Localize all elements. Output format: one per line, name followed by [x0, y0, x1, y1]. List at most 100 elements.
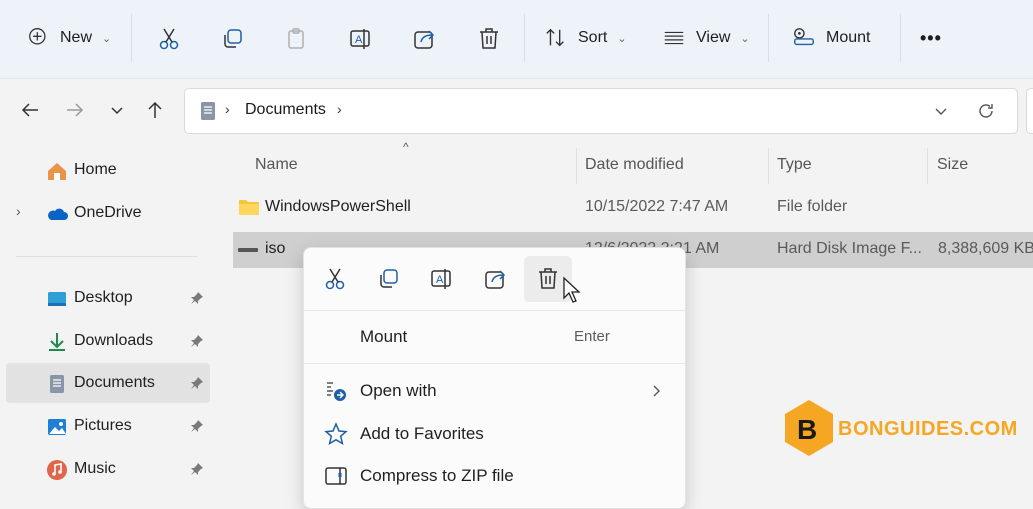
pictures-icon — [48, 419, 66, 435]
mouse-cursor-icon — [563, 276, 581, 303]
share-icon[interactable] — [483, 266, 509, 292]
sidebar-item-onedrive[interactable]: › OneDrive — [6, 193, 210, 233]
sidebar-item-label: Documents — [74, 374, 155, 391]
column-separator[interactable] — [576, 148, 577, 184]
search-box[interactable] — [1026, 88, 1033, 134]
add-circle-icon — [29, 28, 46, 45]
sidebar-item-desktop[interactable]: Desktop — [6, 278, 210, 318]
chevron-down-icon: ⌄ — [102, 32, 112, 45]
mount-label: Mount — [826, 29, 871, 46]
file-type: Hard Disk Image F... — [777, 240, 922, 257]
copy-icon[interactable] — [220, 26, 246, 52]
zip-icon — [325, 467, 347, 485]
documents-icon — [50, 375, 64, 393]
column-header-size[interactable]: Size — [937, 156, 968, 174]
menu-item-label: Add to Favorites — [360, 424, 484, 443]
breadcrumb-chevron-icon[interactable]: › — [337, 101, 342, 117]
logo-letter: B — [797, 414, 817, 445]
copy-icon[interactable] — [376, 266, 402, 292]
mount-disc-icon — [794, 28, 814, 46]
toolbar-separator — [524, 14, 525, 62]
sidebar-item-label: Desktop — [74, 289, 133, 306]
sidebar-item-music[interactable]: Music — [6, 449, 210, 489]
delete-icon[interactable] — [476, 26, 502, 52]
column-header-type[interactable]: Type — [777, 156, 812, 174]
cut-icon[interactable] — [322, 266, 348, 292]
menu-item-mount[interactable]: Mount Enter — [304, 317, 685, 357]
menu-separator — [304, 363, 685, 364]
column-separator[interactable] — [768, 148, 769, 184]
toolbar-separator — [768, 14, 769, 62]
new-label: New — [60, 29, 93, 46]
recent-locations-chevron-icon[interactable] — [104, 97, 130, 123]
menu-item-label: Open with — [360, 381, 437, 400]
pin-icon[interactable] — [190, 376, 204, 390]
file-type: File folder — [777, 198, 848, 215]
menu-item-label: Mount — [360, 327, 408, 346]
file-size: 8,388,609 KB — [938, 240, 1033, 257]
sidebar-item-label: Music — [74, 460, 116, 477]
menu-item-compress-zip[interactable]: Compress to ZIP file — [304, 456, 685, 496]
star-icon — [324, 422, 348, 446]
rename-icon[interactable]: A — [429, 266, 455, 292]
column-header-name[interactable]: Name — [255, 156, 298, 174]
new-button[interactable]: New ⌄ — [28, 20, 111, 56]
menu-item-label: Compress to ZIP file — [360, 466, 514, 485]
svg-text:A: A — [436, 274, 444, 286]
refresh-icon[interactable] — [975, 100, 997, 122]
view-list-icon — [664, 31, 684, 45]
cut-icon[interactable] — [156, 26, 182, 52]
more-options-button[interactable]: ••• — [920, 20, 942, 56]
toolbar-separator — [900, 14, 901, 62]
forward-arrow-icon[interactable] — [62, 97, 88, 123]
sidebar-item-pictures[interactable]: Pictures — [6, 406, 210, 446]
sort-ascending-chevron-icon: ^ — [403, 140, 409, 154]
file-name: iso — [265, 240, 286, 257]
breadcrumb-documents[interactable]: Documents — [245, 101, 326, 119]
sidebar-item-downloads[interactable]: Downloads — [6, 321, 210, 361]
expand-chevron-icon[interactable]: › — [16, 203, 21, 219]
pin-icon[interactable] — [190, 462, 204, 476]
music-icon — [47, 460, 67, 480]
file-row[interactable]: WindowsPowerShell 10/15/2022 7:47 AM Fil… — [233, 190, 1033, 226]
sidebar-item-documents[interactable]: Documents — [6, 363, 210, 403]
downloads-icon — [49, 333, 65, 351]
delete-icon[interactable] — [535, 266, 561, 292]
up-arrow-icon[interactable] — [142, 97, 168, 123]
desktop-icon — [48, 292, 66, 306]
breadcrumb-chevron-icon: › — [225, 101, 230, 117]
bonguides-logo: B — [785, 400, 833, 456]
paste-icon[interactable] — [284, 26, 310, 52]
chevron-down-icon: ⌄ — [617, 32, 627, 45]
mount-button[interactable]: Mount — [792, 20, 870, 56]
rename-icon[interactable]: A — [348, 26, 374, 52]
sidebar-item-label: Downloads — [74, 332, 154, 349]
context-menu: A Mount Enter Open with Add to Favorites — [303, 247, 686, 509]
address-bar[interactable]: › Documents › — [184, 88, 1018, 134]
pin-icon[interactable] — [190, 334, 204, 348]
watermark-text: BONGUIDES.COM — [838, 418, 1018, 440]
menu-item-open-with[interactable]: Open with — [304, 371, 685, 411]
column-header-date[interactable]: Date modified — [585, 156, 684, 174]
sidebar-item-label: OneDrive — [74, 204, 142, 221]
share-icon[interactable] — [412, 26, 438, 52]
sidebar-item-home[interactable]: Home — [6, 150, 210, 190]
sidebar-item-label: Home — [74, 161, 117, 178]
column-separator[interactable] — [927, 148, 928, 184]
file-name: WindowsPowerShell — [265, 198, 411, 215]
pin-icon[interactable] — [190, 291, 204, 305]
sort-icon — [546, 28, 564, 47]
back-arrow-icon[interactable] — [18, 97, 44, 123]
disk-image-icon — [238, 248, 258, 252]
sort-button[interactable]: Sort ⌄ — [544, 20, 627, 56]
menu-item-add-to-favorites[interactable]: Add to Favorites — [304, 414, 685, 454]
sidebar-divider — [16, 256, 198, 257]
toolbar-separator — [131, 14, 132, 62]
pin-icon[interactable] — [190, 419, 204, 433]
documents-folder-icon — [201, 102, 215, 120]
view-button[interactable]: View ⌄ — [662, 20, 750, 56]
address-dropdown-chevron-icon[interactable] — [931, 101, 951, 121]
svg-text:A: A — [355, 34, 363, 46]
sidebar-item-label: Pictures — [74, 417, 132, 434]
open-with-icon — [327, 382, 346, 401]
